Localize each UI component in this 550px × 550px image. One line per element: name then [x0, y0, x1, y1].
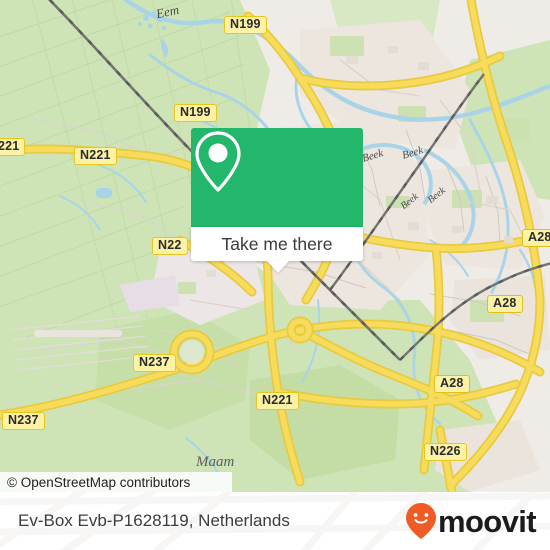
- moovit-pin-icon: [405, 503, 436, 539]
- callout-action[interactable]: Take me there: [191, 227, 363, 261]
- road-shield[interactable]: N221: [74, 147, 117, 165]
- osm-attribution-text: © OpenStreetMap contributors: [7, 474, 191, 490]
- take-me-there-callout[interactable]: Take me there: [191, 128, 363, 273]
- moovit-wordmark: moovit: [437, 503, 537, 539]
- callout-tail: [267, 261, 289, 273]
- road-shield[interactable]: N221: [256, 392, 299, 410]
- road-shield[interactable]: N22: [152, 237, 188, 255]
- osm-attribution[interactable]: © OpenStreetMap contributors: [0, 472, 232, 492]
- moovit-location-card: Eem Beek Beek Beek Beek Maam N199 N199 2…: [0, 0, 550, 550]
- road-shield[interactable]: 221: [0, 138, 26, 156]
- map-pin-icon: [195, 131, 241, 192]
- road-shield[interactable]: N237: [2, 412, 45, 430]
- road-shield[interactable]: A28: [434, 375, 470, 393]
- road-shield[interactable]: N226: [424, 443, 467, 461]
- map-label: Maam: [196, 454, 235, 470]
- road-shield[interactable]: A28: [522, 229, 550, 247]
- map-canvas[interactable]: Eem Beek Beek Beek Beek Maam N199 N199 2…: [0, 0, 550, 492]
- callout-icon-area: [191, 128, 363, 227]
- road-shield[interactable]: A28: [487, 295, 523, 313]
- location-title: Ev-Box Evb-P1628119, Netherlands: [18, 511, 290, 530]
- callout-action-label: Take me there: [221, 233, 333, 254]
- road-shield[interactable]: N199: [174, 104, 217, 122]
- road-shield[interactable]: N237: [133, 354, 176, 372]
- footer-bar: Ev-Box Evb-P1628119, Netherlands moovit: [0, 492, 550, 550]
- road-shield[interactable]: N199: [224, 16, 267, 34]
- moovit-brand[interactable]: moovit: [404, 502, 537, 540]
